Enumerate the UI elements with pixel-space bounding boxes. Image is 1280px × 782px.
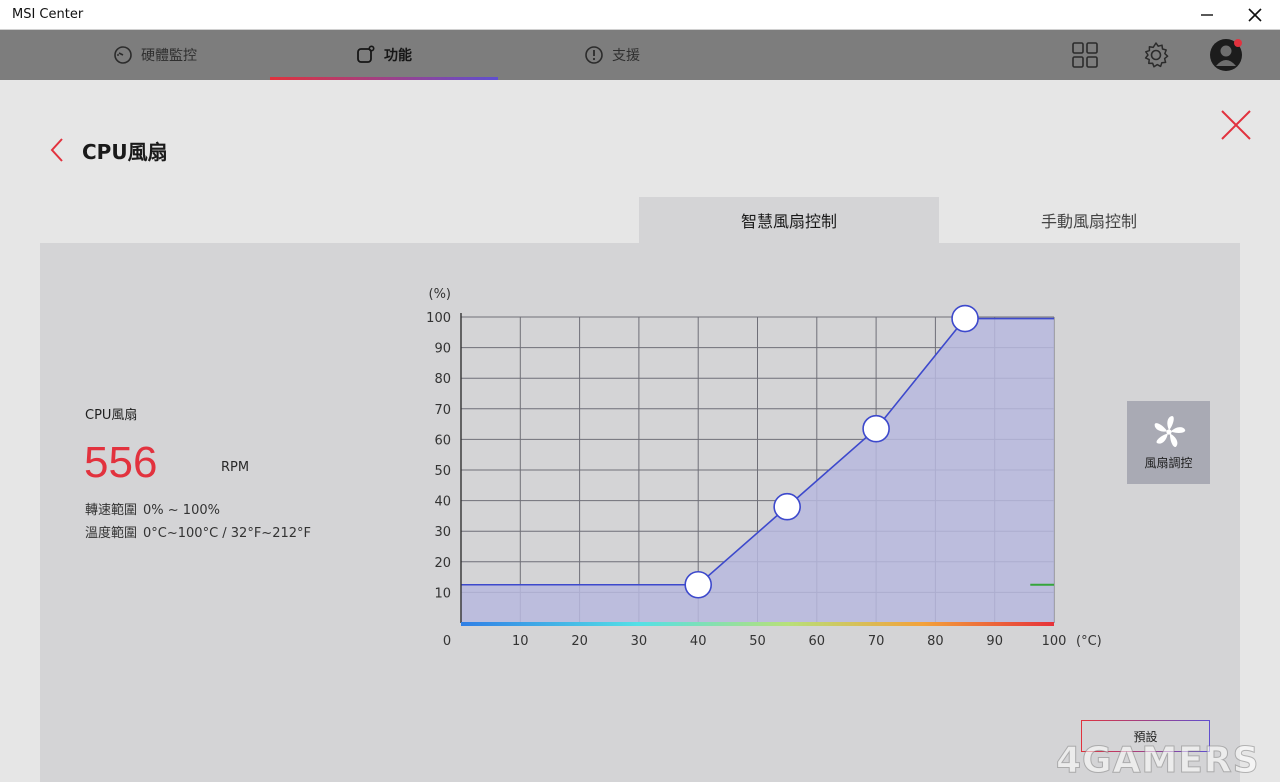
app-title: MSI Center — [12, 7, 84, 22]
fan-name-label: CPU風扇 — [85, 408, 138, 423]
x-tick-label: 90 — [986, 634, 1003, 649]
x-tick-label: 0 — [443, 634, 451, 649]
x-tick-label: 70 — [868, 634, 885, 649]
y-tick-label: 60 — [434, 433, 451, 448]
tab-features-label: 功能 — [384, 48, 412, 64]
x-tick-label: 50 — [749, 634, 766, 649]
x-tick-label: 80 — [927, 634, 944, 649]
gauge-icon — [114, 46, 132, 64]
temperature-gradient-bar — [461, 622, 1054, 626]
grid-icon — [1072, 42, 1098, 68]
feature-icon — [357, 45, 375, 63]
close-icon — [1248, 8, 1262, 22]
curve-control-point[interactable] — [684, 570, 713, 599]
gear-icon — [1144, 42, 1169, 68]
x-tick-label: 30 — [631, 634, 648, 649]
grid-view-button[interactable] — [1066, 30, 1104, 80]
close-icon — [1221, 110, 1251, 140]
tab-manual-fan-control[interactable]: 手動風扇控制 — [939, 197, 1239, 243]
temp-range-label: 溫度範圍 — [85, 526, 138, 541]
x-tick-label: 10 — [512, 634, 529, 649]
rpm-value: 556 — [84, 438, 158, 487]
tab-support[interactable]: 支援 — [498, 30, 726, 80]
temp-range-value: 0°C~100°C / 32°F~212°F — [143, 526, 311, 541]
window-close-button[interactable] — [1232, 0, 1278, 30]
support-icon — [585, 46, 603, 64]
tab-hardware-monitor-label: 硬體監控 — [141, 48, 197, 64]
y-tick-label: 70 — [434, 403, 451, 418]
x-tick-label: 100 — [1042, 634, 1067, 649]
x-tick-label: 60 — [809, 634, 826, 649]
fan-icon — [1154, 416, 1185, 448]
user-avatar-button[interactable] — [1206, 30, 1246, 80]
chevron-left-icon — [50, 138, 63, 162]
y-tick-label: 20 — [434, 556, 451, 571]
page-close-button[interactable] — [1219, 108, 1253, 142]
title-bar: MSI Center — [0, 0, 1280, 30]
y-tick-label: 10 — [434, 586, 451, 601]
x-axis-label: (°C) — [1076, 634, 1102, 649]
tab-features[interactable]: 功能 — [270, 30, 498, 80]
minimize-button[interactable] — [1184, 0, 1230, 30]
tab-support-label: 支援 — [612, 48, 640, 64]
avatar-icon — [1210, 39, 1242, 71]
fan-control-label: 風扇調控 — [1144, 456, 1193, 470]
speed-range-label: 轉速範圍 — [85, 503, 138, 518]
speed-range-value: 0% ~ 100% — [143, 503, 220, 518]
top-nav: 硬體監控 功能 支援 — [0, 30, 1280, 80]
y-tick-label: 80 — [434, 372, 451, 387]
fan-control-button[interactable]: 風扇調控 — [1127, 401, 1210, 484]
y-tick-label: 40 — [434, 495, 451, 510]
watermark: 4GAMERS — [1056, 740, 1260, 782]
y-tick-label: 30 — [434, 525, 451, 540]
fan-curve-chart[interactable]: 10 20 30 40 50 60 70 80 90 100 0 10 20 30 40 50 60 70 80 90… — [415, 280, 1115, 660]
y-axis-label: (%) — [429, 287, 452, 302]
settings-button[interactable] — [1136, 30, 1176, 80]
rpm-unit: RPM — [221, 460, 250, 475]
y-tick-label: 90 — [434, 342, 451, 357]
back-button[interactable] — [46, 136, 70, 164]
curve-control-point[interactable] — [862, 414, 890, 443]
y-tick-label: 100 — [426, 311, 451, 326]
active-tab-underline — [270, 77, 498, 80]
temp-range-row: 溫度範圍 0°C~100°C / 32°F~212°F — [85, 522, 311, 541]
curve-control-point[interactable] — [951, 304, 979, 333]
minimize-icon — [1201, 14, 1213, 16]
tab-smart-fan-control[interactable]: 智慧風扇控制 — [639, 197, 939, 243]
y-tick-label: 50 — [434, 464, 451, 479]
x-tick-label: 40 — [690, 634, 707, 649]
page-title: CPU風扇 — [82, 140, 168, 164]
speed-range-row: 轉速範圍 0% ~ 100% — [85, 499, 220, 518]
curve-control-point[interactable] — [773, 492, 801, 521]
tab-hardware-monitor[interactable]: 硬體監控 — [40, 30, 270, 80]
x-tick-label: 20 — [571, 634, 588, 649]
